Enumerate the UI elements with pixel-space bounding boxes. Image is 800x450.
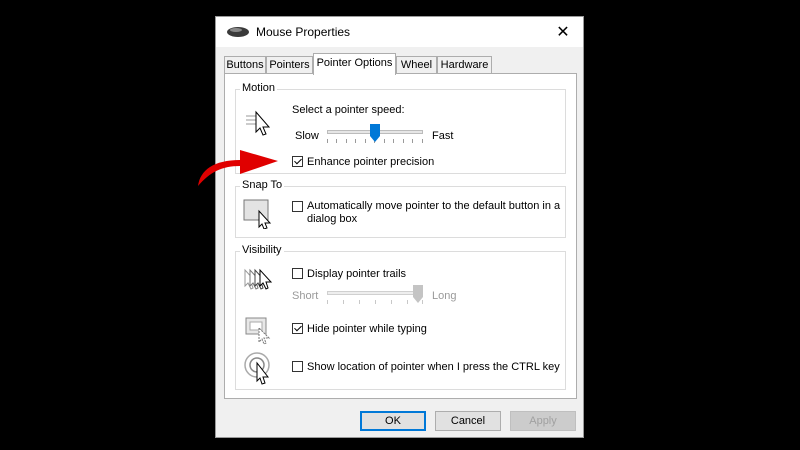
snap-to-checkbox[interactable]: [292, 201, 303, 212]
visibility-group-label: Visibility: [240, 244, 284, 256]
fast-label: Fast: [432, 130, 454, 142]
snap-to-icon: [243, 199, 272, 229]
tab-pointers[interactable]: Pointers: [266, 56, 313, 74]
pointer-trails-checkbox[interactable]: [292, 268, 303, 279]
pointer-options-panel: Motion Select a pointer speed: Slow Fast…: [224, 73, 577, 399]
tab-hardware[interactable]: Hardware: [437, 56, 492, 74]
window-title: Mouse Properties: [256, 25, 351, 39]
enhance-precision-checkbox[interactable]: [292, 156, 303, 167]
visibility-group: Visibility Display pointer trails Short …: [235, 244, 566, 390]
show-location-icon: [244, 352, 270, 385]
hide-while-typing-checkbox[interactable]: [292, 323, 303, 334]
hide-pointer-icon: [245, 317, 271, 345]
pointer-speed-icon: [246, 110, 271, 136]
show-location-label: Show location of pointer when I press th…: [307, 361, 560, 373]
mouse-properties-dialog: Mouse Properties ✕ Buttons Pointers Poin…: [215, 16, 584, 438]
red-annotation-arrow-icon: [198, 150, 278, 186]
title-bar: Mouse Properties ✕: [216, 17, 583, 47]
pointer-trails-label: Display pointer trails: [307, 268, 407, 280]
trail-length-ticks: [327, 300, 423, 304]
snap-to-label-line1: Automatically move pointer to the defaul…: [307, 200, 561, 212]
close-button[interactable]: ✕: [543, 17, 583, 47]
slow-label: Slow: [295, 130, 319, 142]
pointer-trails-icon: [244, 268, 273, 290]
apply-button[interactable]: Apply: [510, 411, 576, 431]
motion-group-label: Motion: [240, 82, 278, 94]
snap-to-label-line2: dialog box: [307, 213, 358, 225]
tab-pointer-options[interactable]: Pointer Options: [313, 53, 396, 75]
cancel-button[interactable]: Cancel: [435, 411, 501, 431]
tab-wheel[interactable]: Wheel: [396, 56, 437, 74]
trail-length-slider[interactable]: [413, 285, 423, 303]
long-label: Long: [432, 290, 457, 302]
pointer-speed-slider[interactable]: [370, 124, 380, 142]
mouse-icon: [227, 27, 249, 37]
pointer-speed-label: Select a pointer speed:: [292, 104, 405, 116]
ok-button[interactable]: OK: [360, 411, 426, 431]
tab-buttons[interactable]: Buttons: [224, 56, 266, 74]
enhance-precision-label: Enhance pointer precision: [307, 156, 435, 168]
hide-while-typing-label: Hide pointer while typing: [307, 323, 427, 335]
close-icon: ✕: [556, 24, 570, 41]
show-location-checkbox[interactable]: [292, 361, 303, 372]
short-label: Short: [292, 290, 319, 302]
snap-to-group: Snap To Automatically move pointer to th…: [235, 179, 566, 238]
trail-length-track: [327, 291, 423, 295]
motion-group: Motion Select a pointer speed: Slow Fast…: [235, 82, 566, 174]
